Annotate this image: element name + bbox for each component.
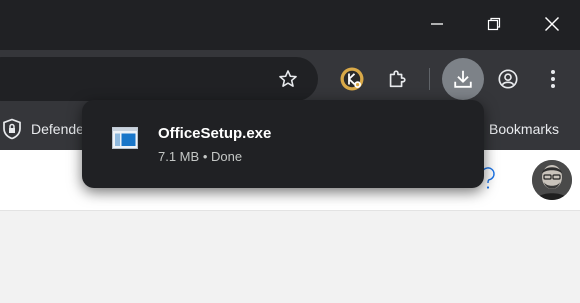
minimize-icon — [431, 23, 443, 25]
download-file-size: 7.1 MB — [158, 149, 200, 164]
bookmark-label: Bookmarks — [489, 121, 560, 137]
download-popup: OfficeSetup.exe 7.1 MB • Done — [82, 100, 484, 188]
bookmark-item-defender[interactable]: Defende — [2, 108, 84, 150]
download-item[interactable] — [112, 127, 138, 149]
toolbar-separator — [429, 68, 430, 90]
user-photo-icon — [532, 160, 572, 200]
close-icon — [545, 17, 559, 31]
avatar[interactable] — [532, 160, 572, 200]
title-bar — [0, 0, 580, 50]
more-menu-icon — [551, 70, 555, 88]
more-menu-button[interactable] — [536, 62, 570, 96]
minimize-button[interactable] — [418, 7, 456, 41]
close-window-button[interactable] — [533, 7, 571, 41]
shield-icon — [3, 118, 21, 140]
password-manager-extension-button[interactable] — [335, 62, 369, 96]
bookmark-star-button[interactable] — [271, 62, 305, 96]
bookmark-item-bookmarks[interactable]: Bookmarks — [489, 108, 559, 150]
restore-icon — [487, 17, 501, 31]
download-status: Done — [211, 149, 243, 164]
downloads-button[interactable] — [442, 58, 484, 100]
status-separator: • — [202, 149, 208, 164]
download-icon — [454, 70, 472, 88]
download-file-name[interactable]: OfficeSetup.exe — [158, 125, 271, 142]
extensions-icon — [389, 70, 406, 88]
download-status-line: 7.1 MB • Done — [158, 149, 242, 164]
bookmark-label: Defende — [31, 121, 84, 137]
password-manager-extension-icon — [340, 67, 364, 91]
extensions-button[interactable] — [380, 62, 414, 96]
windows-exe-file-icon — [112, 127, 138, 149]
profile-icon — [498, 69, 518, 89]
profile-button[interactable] — [491, 62, 525, 96]
star-icon — [279, 70, 297, 87]
restore-button[interactable] — [475, 7, 513, 41]
